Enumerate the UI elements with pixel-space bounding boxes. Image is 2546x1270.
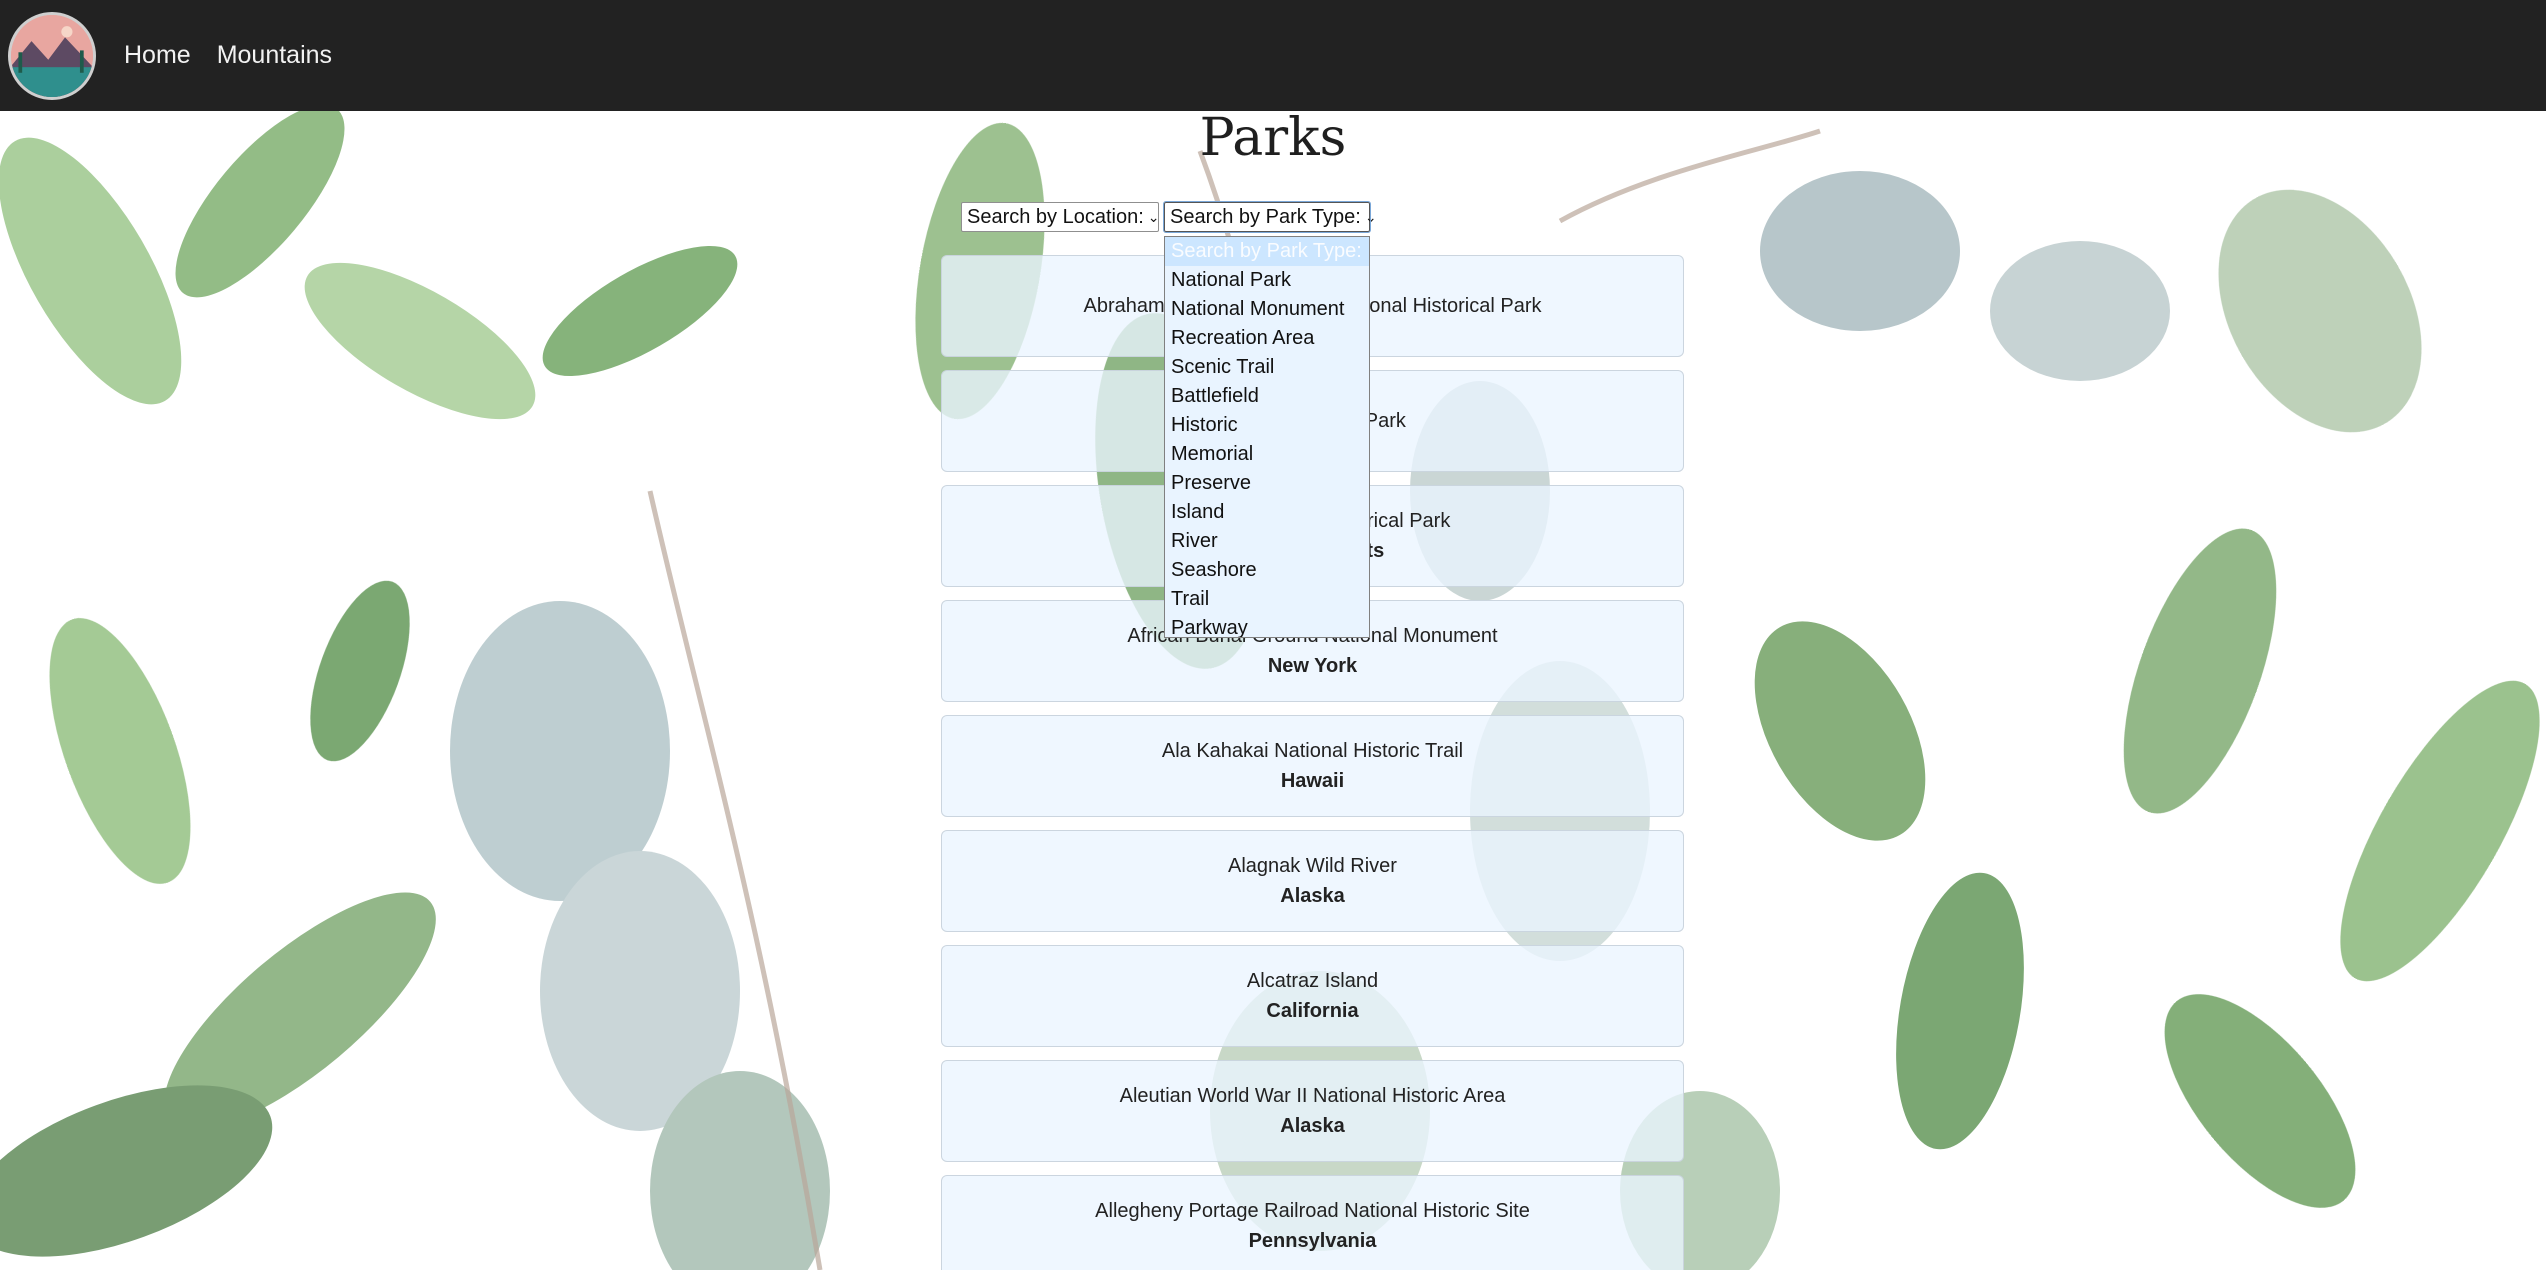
dropdown-option[interactable]: National Monument — [1165, 295, 1369, 324]
nav-link-home[interactable]: Home — [124, 41, 191, 70]
park-type-dropdown-list: Search by Park Type: National Park Natio… — [1164, 236, 1370, 638]
dropdown-option[interactable]: Memorial — [1165, 440, 1369, 469]
park-name: Alcatraz Island — [1246, 970, 1379, 992]
page-title: Parks — [1199, 108, 1347, 168]
park-state: Alaska — [1280, 1115, 1345, 1137]
park-state: Alaska — [1280, 885, 1345, 907]
chevron-down-icon: ⌄ — [1147, 208, 1160, 225]
park-name: Aleutian World War II National Historic … — [1119, 1085, 1506, 1107]
dropdown-option[interactable]: Recreation Area — [1165, 324, 1369, 353]
chevron-down-icon: ⌄ — [1364, 208, 1377, 225]
dropdown-option[interactable]: Preserve — [1165, 469, 1369, 498]
dropdown-option[interactable]: River — [1165, 527, 1369, 556]
park-type-select[interactable]: Search by Park Type: ⌄ — [1163, 201, 1377, 233]
park-card[interactable]: Alagnak Wild River Alaska — [941, 830, 1684, 932]
park-card[interactable]: Allegheny Portage Railroad National Hist… — [941, 1175, 1684, 1270]
park-name: Alagnak Wild River — [1228, 855, 1397, 877]
dropdown-option[interactable]: Scenic Trail — [1165, 353, 1369, 382]
dropdown-option[interactable]: Parkway — [1165, 614, 1369, 637]
park-state: Pennsylvania — [1248, 1230, 1377, 1252]
park-state: California — [1266, 1000, 1359, 1022]
park-card[interactable]: Alcatraz Island California — [941, 945, 1684, 1047]
top-navbar: Home Mountains — [0, 0, 2546, 111]
mountain-lake-logo-icon — [11, 14, 93, 97]
park-state: New York — [1267, 655, 1358, 677]
location-select[interactable]: Search by Location: ⌄ — [961, 202, 1160, 232]
location-select-value: Search by Location: — [967, 205, 1144, 228]
dropdown-option[interactable]: Search by Park Type: — [1165, 237, 1369, 266]
dropdown-option[interactable]: Battlefield — [1165, 382, 1369, 411]
park-state: Hawaii — [1280, 770, 1345, 792]
park-name: Ala Kahakai National Historic Trail — [1161, 740, 1464, 762]
dropdown-option[interactable]: Seashore — [1165, 556, 1369, 585]
dropdown-option[interactable]: Trail — [1165, 585, 1369, 614]
park-type-select-value: Search by Park Type: — [1170, 205, 1361, 228]
nav-link-mountains[interactable]: Mountains — [217, 41, 332, 70]
dropdown-option[interactable]: Historic — [1165, 411, 1369, 440]
park-card[interactable]: Ala Kahakai National Historic Trail Hawa… — [941, 715, 1684, 817]
dropdown-option[interactable]: National Park — [1165, 266, 1369, 295]
park-name: Allegheny Portage Railroad National Hist… — [1095, 1200, 1530, 1222]
dropdown-option[interactable]: Island — [1165, 498, 1369, 527]
park-card[interactable]: Aleutian World War II National Historic … — [941, 1060, 1684, 1162]
site-logo[interactable] — [8, 11, 96, 100]
